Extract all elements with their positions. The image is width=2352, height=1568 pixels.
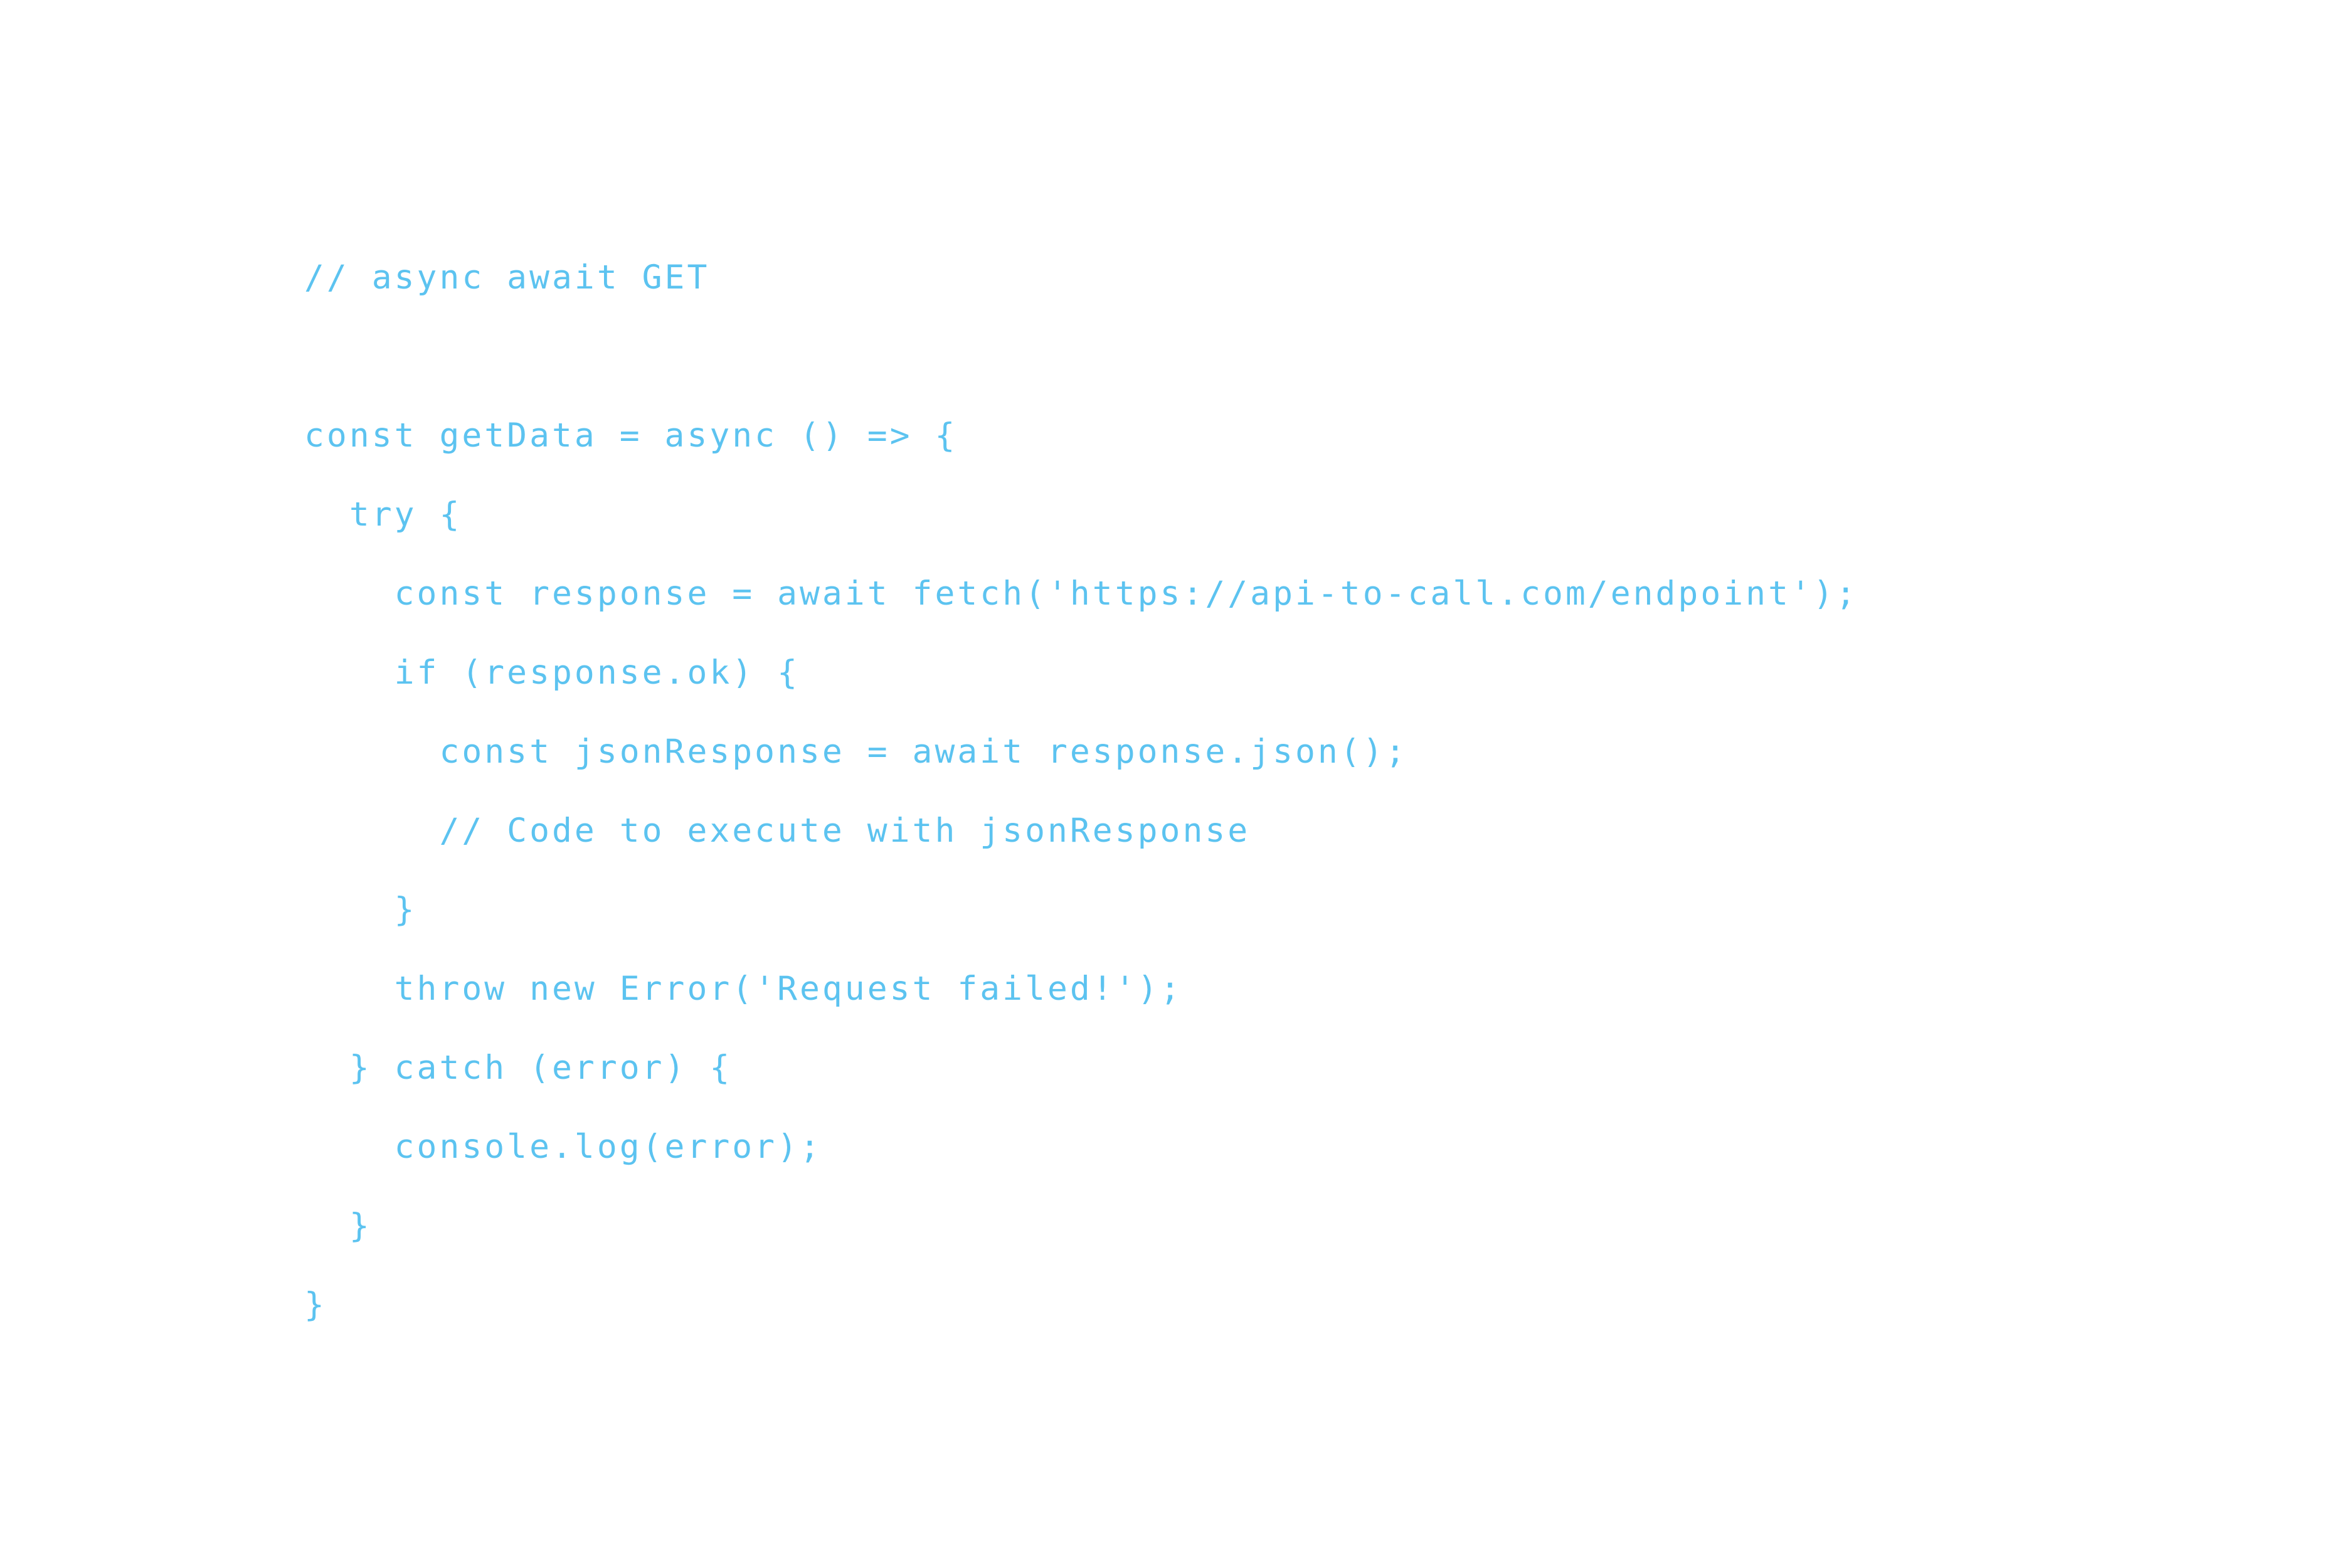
code-line-if-ok: if (response.ok) { <box>304 654 800 692</box>
code-line-close-function: } <box>304 1286 327 1324</box>
code-line-catch: } catch (error) { <box>304 1049 733 1087</box>
code-comment-line: // async await GET <box>304 258 710 297</box>
code-line-try: try { <box>304 495 462 534</box>
code-snippet: // async await GET const getData = async… <box>304 238 2186 1345</box>
code-line-inner-comment: // Code to execute with jsonResponse <box>304 812 1251 850</box>
code-line-fetch: const response = await fetch('https://ap… <box>304 575 1858 613</box>
code-line-json: const jsonResponse = await response.json… <box>304 733 1408 771</box>
code-line-throw: throw new Error('Request failed!'); <box>304 970 1183 1008</box>
code-line-close-if: } <box>304 891 417 929</box>
code-line-console-log: console.log(error); <box>304 1128 822 1166</box>
code-line-close-catch: } <box>304 1207 372 1245</box>
code-line-function-declaration: const getData = async () => { <box>304 416 958 455</box>
